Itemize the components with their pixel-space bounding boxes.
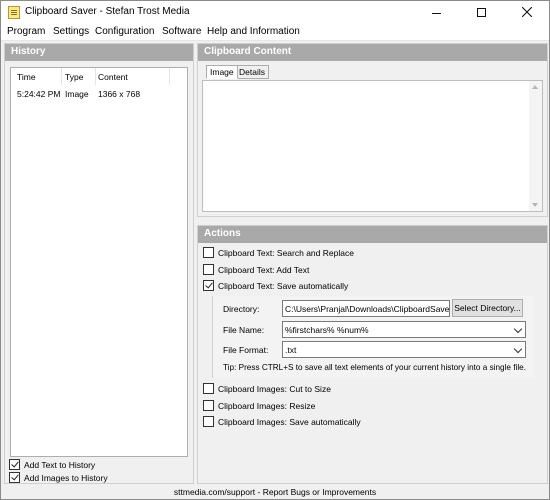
chevron-down-icon	[513, 344, 523, 354]
history-list[interactable]: Time Type Content 5:24:42 PM Image 1366 …	[10, 67, 188, 457]
select-directory-button[interactable]: Select Directory...	[452, 299, 523, 317]
clipboard-app-icon	[8, 6, 20, 19]
row-time: 5:24:42 PM	[17, 89, 61, 99]
checkbox[interactable]	[203, 383, 214, 394]
directory-label: Directory:	[223, 304, 260, 314]
checkbox-checked[interactable]	[9, 472, 20, 483]
history-header: History	[5, 44, 193, 61]
menu-program[interactable]: Program	[7, 26, 45, 37]
action-label: Clipboard Text: Save automatically	[218, 280, 349, 291]
maximize-button[interactable]	[459, 1, 504, 23]
history-panel: History Time Type Content 5:24:42 PM Ima…	[4, 43, 194, 484]
clipboard-preview-area	[202, 80, 543, 212]
minimize-icon	[432, 12, 441, 14]
action-text-add-text[interactable]: Clipboard Text: Add Text	[203, 264, 309, 275]
column-header-type[interactable]: Type	[65, 72, 83, 82]
action-text-save-automatically[interactable]: Clipboard Text: Save automatically	[203, 280, 348, 291]
action-label: Clipboard Images: Cut to Size	[218, 383, 331, 394]
vertical-scrollbar[interactable]	[529, 81, 542, 211]
window-title: Clipboard Saver - Stefan Trost Media	[25, 6, 190, 17]
scroll-up-icon[interactable]	[532, 85, 538, 89]
checkbox[interactable]	[203, 416, 214, 427]
option-label: Add Text to History	[24, 459, 96, 470]
column-separator	[95, 68, 96, 85]
menu-software[interactable]: Software	[162, 26, 201, 37]
menu-bar: Program Settings Configuration Software …	[1, 23, 549, 41]
column-separator	[61, 68, 62, 85]
clipboard-content-panel: Clipboard Content Image Details	[197, 43, 548, 217]
menu-configuration[interactable]: Configuration	[95, 26, 154, 37]
close-icon	[521, 7, 532, 17]
title-bar: Clipboard Saver - Stefan Trost Media	[1, 1, 549, 23]
add-text-to-history-option[interactable]: Add Text to History	[9, 459, 95, 470]
row-type: Image	[65, 89, 89, 99]
add-images-to-history-option[interactable]: Add Images to History	[9, 472, 108, 483]
action-label: Clipboard Images: Save automatically	[218, 416, 361, 427]
option-label: Add Images to History	[24, 472, 108, 483]
column-header-time[interactable]: Time	[17, 72, 36, 82]
file-format-select[interactable]: .txt	[282, 341, 526, 358]
save-tip: Tip: Press CTRL+S to save all text eleme…	[223, 363, 526, 372]
clipboard-content-header: Clipboard Content	[198, 44, 547, 61]
file-name-value: %firstchars% %num%	[285, 325, 369, 335]
action-images-save-automatically[interactable]: Clipboard Images: Save automatically	[203, 416, 361, 427]
directory-input[interactable]: C:\Users\Pranjal\Downloads\ClipboardSave…	[282, 300, 450, 317]
save-settings-group: Directory: C:\Users\Pranjal\Downloads\Cl…	[212, 296, 534, 378]
checkbox[interactable]	[203, 247, 214, 258]
action-label: Clipboard Images: Resize	[218, 400, 316, 411]
checkbox[interactable]	[203, 264, 214, 275]
file-name-label: File Name:	[223, 325, 265, 335]
row-content: 1366 x 768	[98, 89, 141, 99]
column-header-content[interactable]: Content	[98, 72, 128, 82]
column-separator	[169, 68, 170, 85]
scroll-down-icon[interactable]	[532, 203, 538, 207]
status-bar[interactable]: sttmedia.com/support - Report Bugs or Im…	[1, 485, 549, 500]
actions-panel: Actions Clipboard Text: Search and Repla…	[197, 225, 548, 484]
checkbox[interactable]	[203, 400, 214, 411]
action-images-cut-to-size[interactable]: Clipboard Images: Cut to Size	[203, 383, 331, 394]
checkbox-checked[interactable]	[9, 459, 20, 470]
menu-settings[interactable]: Settings	[53, 26, 89, 37]
maximize-icon	[477, 7, 486, 17]
tab-image[interactable]: Image	[206, 65, 238, 79]
action-text-search-replace[interactable]: Clipboard Text: Search and Replace	[203, 247, 354, 258]
file-name-select[interactable]: %firstchars% %num%	[282, 321, 526, 338]
chevron-down-icon	[513, 324, 523, 334]
close-button[interactable]	[504, 1, 549, 23]
checkbox-checked[interactable]	[203, 280, 214, 291]
action-images-resize[interactable]: Clipboard Images: Resize	[203, 400, 315, 411]
tab-details[interactable]: Details	[235, 65, 269, 79]
action-label: Clipboard Text: Add Text	[218, 264, 310, 275]
menu-help[interactable]: Help and Information	[207, 26, 300, 37]
action-label: Clipboard Text: Search and Replace	[218, 247, 354, 258]
app-window: Clipboard Saver - Stefan Trost Media Pro…	[0, 0, 550, 500]
actions-header: Actions	[198, 226, 547, 243]
minimize-button[interactable]	[414, 1, 459, 23]
file-format-value: .txt	[285, 345, 297, 355]
file-format-label: File Format:	[223, 345, 269, 355]
